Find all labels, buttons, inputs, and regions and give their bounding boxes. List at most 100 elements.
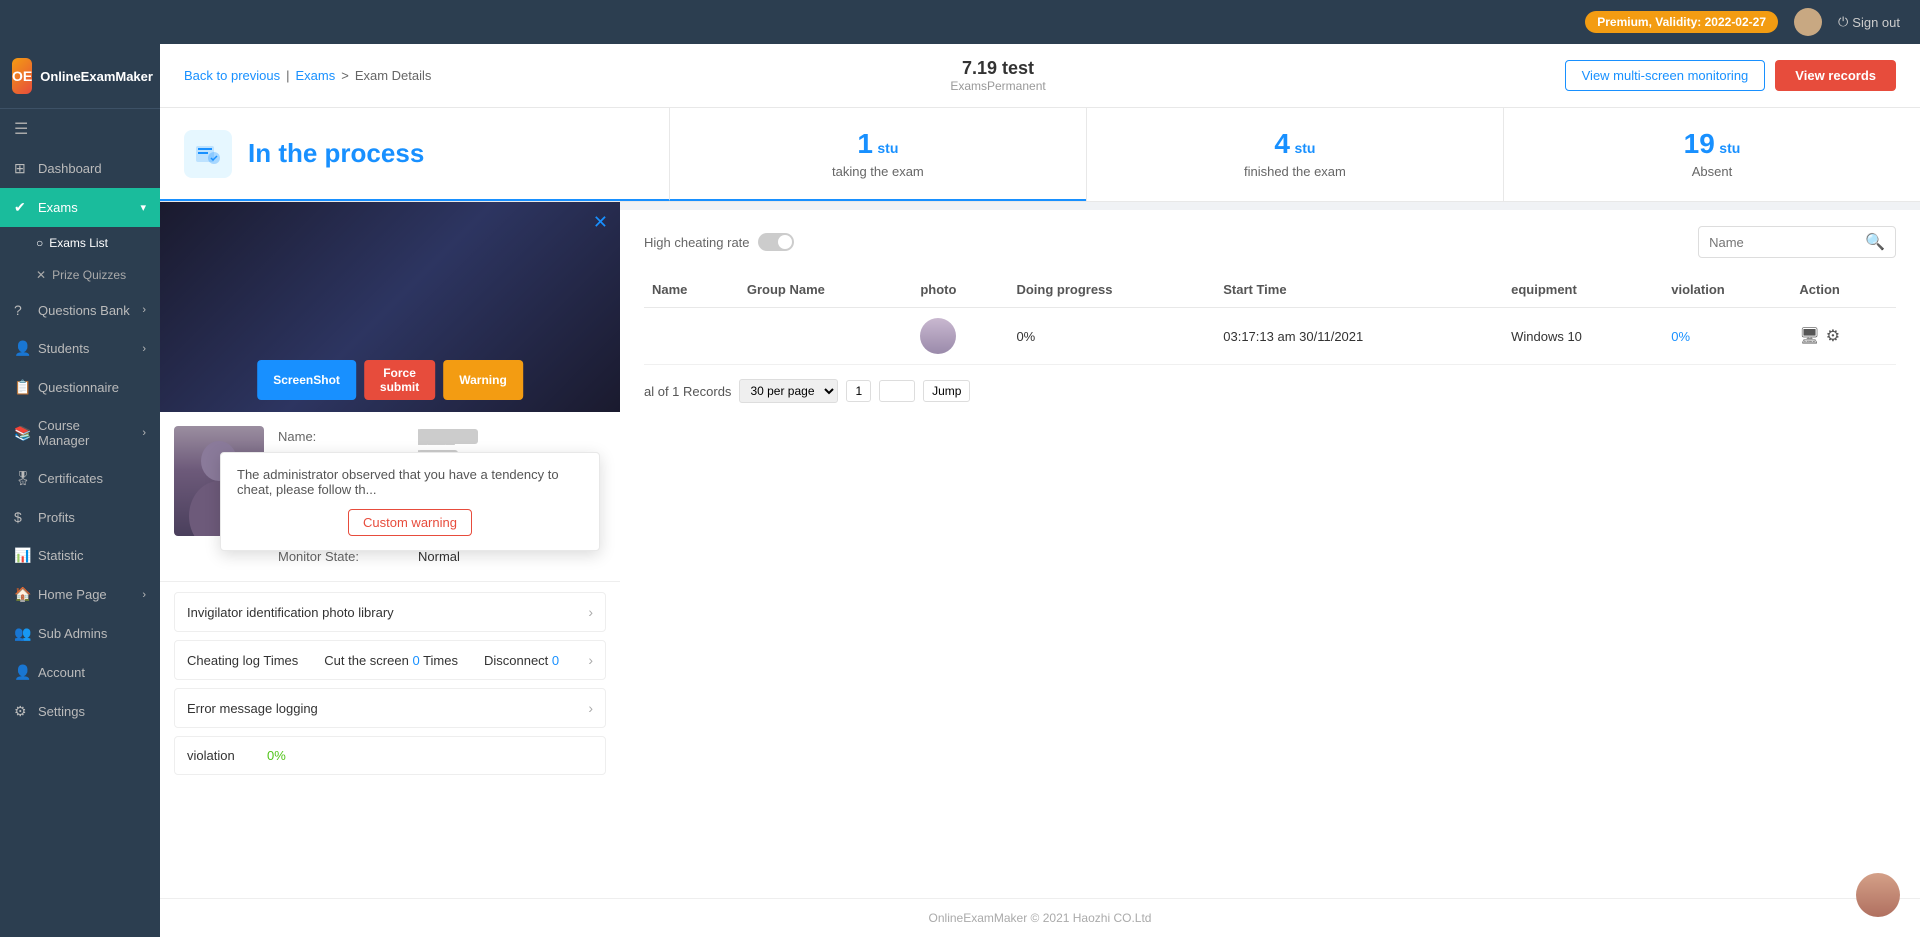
chevron-right-icon: › [588,604,593,620]
per-page-select[interactable]: 30 per page [739,379,838,403]
sidebar-item-settings[interactable]: ⚙ Settings [0,692,160,731]
cheating-log-row[interactable]: Cheating log Times Cut the screen 0 Time… [174,640,606,680]
content-body: In the process 1 stu taking the exam 4 s… [160,108,1920,937]
students-icon: 👤 [14,340,30,357]
cross-icon: ✕ [36,268,46,282]
view-records-button[interactable]: View records [1775,60,1896,91]
search-input[interactable] [1709,235,1859,250]
force-submit-button[interactable]: Force submit [364,360,435,400]
sidebar-item-sub-admins[interactable]: 👥 Sub Admins [0,614,160,653]
invigilator-row[interactable]: Invigilator identification photo library… [174,592,606,632]
cheating-rate-toggle[interactable] [758,233,794,251]
jump-button[interactable]: Jump [923,380,970,402]
table-section: High cheating rate 🔍 Name [620,210,1920,898]
page-jump-input[interactable] [879,380,915,402]
multi-screen-button[interactable]: View multi-screen monitoring [1565,60,1766,91]
sidebar-item-label: Statistic [38,548,84,563]
sidebar-item-questions-bank[interactable]: ? Questions Bank › [0,291,160,329]
sidebar-item-label: Questions Bank [38,303,130,318]
signout-button[interactable]: ⏻ Sign out [1838,14,1900,30]
sidebar-item-certificates[interactable]: 🎖 Certificates [0,459,160,498]
content-area: Back to previous | Exams > Exam Details … [160,44,1920,937]
logo-text: OnlineExamMaker [40,69,153,84]
stats-absent[interactable]: 19 stu Absent [1503,108,1920,201]
sidebar-item-exams[interactable]: ✔ Exams ▾ [0,188,160,227]
sidebar-item-statistic[interactable]: 📊 Statistic [0,536,160,575]
finished-label: finished the exam [1103,164,1487,179]
stats-in-process: In the process [160,108,669,201]
sidebar: OE OnlineExamMaker ☰ ⊞ Dashboard ✔ Exams… [0,44,160,937]
sidebar-item-questionnaire[interactable]: 📋 Questionnaire [0,368,160,407]
col-group: Group Name [739,272,912,308]
name-value: ████ [418,429,478,444]
warning-popup: The administrator observed that you have… [220,452,600,551]
menu-toggle-button[interactable]: ☰ [0,109,160,149]
user-avatar-top [1794,8,1822,36]
search-icon[interactable]: 🔍 [1865,232,1885,252]
error-log-row[interactable]: Error message logging › [174,688,606,728]
cheating-log-left: Cheating log Times Cut the screen 0 Time… [187,653,559,668]
avatar-image [1856,873,1900,917]
questions-icon: ? [14,302,30,318]
monitor-action-button[interactable]: 🖥 [1799,326,1819,346]
video-close-button[interactable]: ✕ [593,212,608,233]
pagination: al of 1 Records 30 per page 1 Jump [644,379,1896,403]
sidebar-item-home-page[interactable]: 🏠 Home Page › [0,575,160,614]
sidebar-item-dashboard[interactable]: ⊞ Dashboard [0,149,160,188]
sidebar-item-label: Questionnaire [38,380,119,395]
homepage-icon: 🏠 [14,586,30,603]
sidebar-item-label: Dashboard [38,161,102,176]
invigilator-label: Invigilator identification photo library [187,605,394,620]
sidebar-item-students[interactable]: 👤 Students › [0,329,160,368]
screenshot-button[interactable]: ScreenShot [257,360,356,400]
table-header: Name Group Name photo Doing progress Sta… [644,272,1896,308]
signout-icon: ⏻ [1838,14,1848,30]
name-label: Name: [278,429,418,444]
chevron-right-icon: › [142,427,146,439]
sidebar-item-prize-quizzes[interactable]: ✕ Prize Quizzes [0,259,160,291]
sidebar-sub-label: Prize Quizzes [52,268,126,282]
exams-link[interactable]: Exams [296,68,336,83]
chevron-right-icon: › [142,343,146,355]
stats-finished[interactable]: 4 stu finished the exam [1086,108,1503,201]
action-buttons: 🖥 ⚙ [1799,326,1888,346]
table-body: 0% 03:17:13 am 30/11/2021 Windows 10 0% [644,308,1896,365]
search-box: 🔍 [1698,226,1896,258]
stats-row: In the process 1 stu taking the exam 4 s… [160,108,1920,202]
breadcrumb-separator: | [286,68,289,83]
cell-violation: 0% [1663,308,1791,365]
student-info: Name: ████ Work ID: ████ The test schedu… [160,412,620,582]
video-container: ✕ ScreenShot Force submit Warning [160,202,620,412]
stats-taking[interactable]: 1 stu taking the exam [669,108,1086,201]
sidebar-item-profits[interactable]: $ Profits [0,498,160,536]
sidebar-item-label: Settings [38,704,85,719]
back-link[interactable]: Back to previous [184,68,280,83]
certificates-icon: 🎖 [14,470,30,487]
warning-button[interactable]: Warning [443,360,523,400]
sidebar-item-label: Exams [38,200,78,215]
sidebar-item-account[interactable]: 👤 Account [0,653,160,692]
detail-label: Exam Details [355,68,432,83]
questionnaire-icon: 📋 [14,379,30,396]
cell-equipment: Windows 10 [1503,308,1663,365]
dashboard-icon: ⊞ [14,160,30,177]
sidebar-logo: OE OnlineExamMaker [0,44,160,109]
custom-warning-button[interactable]: Custom warning [348,509,472,536]
footer-text: OnlineExamMaker © 2021 Haozhi CO.Ltd [929,911,1152,925]
sidebar-item-course-manager[interactable]: 📚 Course Manager › [0,407,160,459]
statistic-icon: 📊 [14,547,30,564]
col-equipment: equipment [1503,272,1663,308]
settings-action-button[interactable]: ⚙ [1826,326,1840,346]
breadcrumb-bar: Back to previous | Exams > Exam Details … [160,44,1920,108]
error-log-label: Error message logging [187,701,318,716]
sidebar-item-label: Course Manager [38,418,134,448]
page-number-button[interactable]: 1 [846,380,871,402]
chevron-right-icon: › [142,304,146,316]
violation-value: 0% [267,748,286,763]
warning-popup-message: The administrator observed that you have… [237,467,583,497]
cheating-rate-toggle-row: High cheating rate [644,233,794,251]
sidebar-item-exams-list[interactable]: ○ Exams List [0,227,160,259]
chevron-right-icon: › [142,589,146,601]
support-avatar[interactable] [1856,873,1900,917]
premium-badge: Premium, Validity: 2022-02-27 [1585,11,1778,33]
